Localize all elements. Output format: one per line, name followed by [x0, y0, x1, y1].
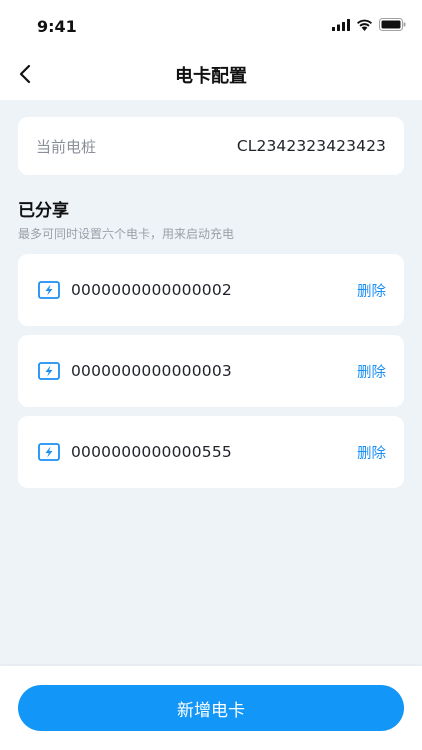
current-pile-card: 当前电桩 CL2342323423423: [18, 117, 404, 175]
battery-icon: [379, 18, 406, 31]
electric-card-icon: [38, 362, 60, 380]
section-title: 已分享: [18, 201, 69, 221]
current-pile-value: CL2342323423423: [236, 137, 386, 155]
card-number: 0000000000000555: [71, 443, 232, 461]
wifi-icon: [357, 19, 372, 31]
delete-card-button[interactable]: 删除: [357, 361, 386, 382]
electric-card-icon: [38, 281, 60, 299]
add-card-button[interactable]: 新增电卡: [18, 685, 404, 731]
card-list-item: 0000000000000002 删除: [18, 254, 404, 326]
card-number: 0000000000000003: [71, 362, 232, 380]
current-pile-label: 当前电桩: [36, 137, 97, 156]
card-number: 0000000000000002: [71, 281, 232, 299]
section-subtitle: 最多可同时设置六个电卡，用来启动充电: [18, 227, 235, 241]
status-bar: 9:41: [0, 0, 422, 48]
card-list-item: 0000000000000555 删除: [18, 416, 404, 488]
delete-card-button[interactable]: 删除: [357, 280, 386, 301]
status-icons: [332, 18, 406, 31]
card-list-item: 0000000000000003 删除: [18, 335, 404, 407]
status-time: 9:41: [37, 17, 77, 36]
delete-card-button[interactable]: 删除: [357, 442, 386, 463]
electric-card-icon: [38, 443, 60, 461]
signal-icon: [332, 18, 350, 31]
page-title: 电卡配置: [175, 66, 247, 87]
nav-bar: 电卡配置: [0, 48, 422, 100]
